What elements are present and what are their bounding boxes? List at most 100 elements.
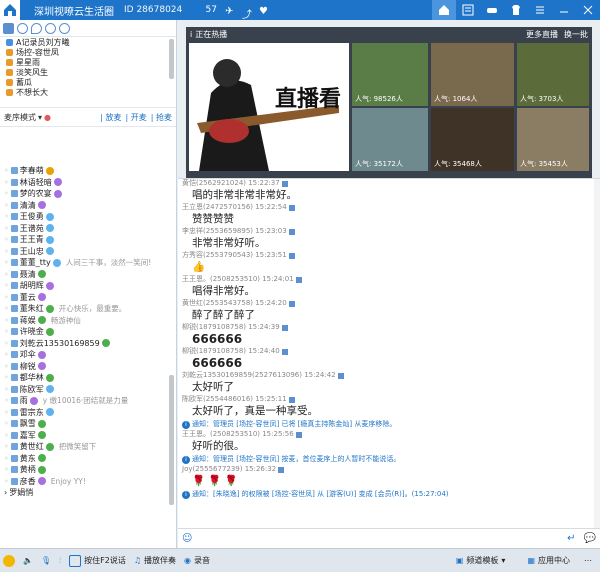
user-item[interactable]: ◦ 林语轻暗 [4, 177, 177, 189]
more-icon[interactable]: ⋯ [584, 556, 592, 565]
user-item[interactable]: ◦ 黄柄 [4, 464, 177, 476]
channel-scrollbar[interactable] [169, 39, 174, 79]
emoji-icon[interactable]: ☺ [182, 533, 192, 544]
user-mic-icon: ◦ [4, 373, 9, 383]
user-item[interactable]: ◦ 清清 [4, 200, 177, 212]
mode-label: 麦序模式 [4, 112, 36, 122]
user-item[interactable]: ◦ 刘乾云13530169859 [4, 338, 177, 350]
user-item[interactable]: ◦ 黄世红 把微笑留下 [4, 441, 177, 453]
record-button[interactable]: ◉ 录音 [184, 555, 210, 566]
channel-icon [6, 48, 13, 56]
channel-item[interactable]: 星星雨 [6, 57, 176, 67]
mic-button[interactable]: 🎙 [41, 556, 51, 565]
app-title: 深圳视嘹云生活圈 [34, 6, 114, 18]
user-item[interactable]: ◦ 许晓金 [4, 326, 177, 338]
user-item[interactable]: ◦ 黄东 [4, 453, 177, 465]
search-tab-icon[interactable] [59, 23, 70, 34]
nav-skin[interactable] [504, 0, 528, 20]
stream-thumb-1[interactable]: 人气: 98526人 [352, 43, 428, 106]
grab-mic-button[interactable]: | 抢麦 [151, 112, 172, 123]
settings-tab-icon[interactable] [45, 23, 56, 34]
speaker-button[interactable]: 🔈 [23, 556, 33, 565]
user-role-icon [10, 236, 18, 244]
user-item[interactable]: ◦ 李春萌 [4, 165, 177, 177]
mode-select[interactable]: 麦序模式 ▾ ● [4, 112, 51, 123]
user-role-icon [10, 167, 18, 175]
chat-bubble-icon[interactable]: 💬 [584, 533, 596, 544]
user-item[interactable]: ◦ 都华林 [4, 372, 177, 384]
user-badge-icon [45, 247, 54, 256]
user-item[interactable]: ◦ 聂清 [4, 269, 177, 281]
nav-menu[interactable] [528, 0, 552, 20]
open-mic-button[interactable]: | 开麦 [126, 112, 147, 123]
stream-thumb-5[interactable]: 人气: 35468人 [431, 108, 514, 171]
channel-item[interactable]: 不想长大 [6, 87, 176, 97]
play-music-button[interactable]: ♫ 播放伴奏 [134, 555, 176, 566]
release-mic-button[interactable]: | 放麦 [100, 112, 121, 123]
equalizer-button[interactable]: ⫶ [59, 556, 61, 566]
user-icon: 👤 [192, 5, 204, 15]
nav-close[interactable] [576, 0, 600, 20]
user-item[interactable]: ◦ 董董_tty 人间三千事，淡然一笑间! [4, 257, 177, 269]
nav-home[interactable] [432, 0, 456, 20]
user-role-icon [10, 201, 18, 209]
stream-thumb-2[interactable]: 人气: 106⁢4人 [431, 43, 514, 106]
user-badge-icon [52, 258, 61, 267]
avatar-button[interactable] [3, 554, 15, 567]
share-icon[interactable]: ⤴ [242, 6, 252, 21]
user-item[interactable]: ◦ 董朱红 开心快乐，最重要。 [4, 303, 177, 315]
channel-item[interactable]: 蓄瓜 [6, 77, 176, 87]
app-center-button[interactable]: ▦ 应用中心 [527, 555, 570, 566]
mic-settings-icon[interactable]: ● [44, 113, 51, 122]
channel-item[interactable]: 场控-容世凤 [6, 47, 176, 57]
user-name: 王俊勇 [19, 212, 44, 222]
heart-icon[interactable]: ♥ [259, 6, 268, 17]
message-sender: Joy(2555677239) 15:26:32 [182, 465, 277, 473]
user-item[interactable]: ◦ 王俊勇 [4, 211, 177, 223]
user-item[interactable]: ◦ 飘雪 [4, 418, 177, 430]
user-item[interactable]: ◦ 胡明辉 [4, 280, 177, 292]
location-tab-icon[interactable] [31, 23, 42, 34]
home-logo[interactable] [0, 0, 20, 20]
users-tab-icon[interactable] [3, 23, 14, 34]
channel-item[interactable]: A记录员刘方曦 [6, 37, 176, 47]
push-to-talk-button[interactable]: 按住F2说话 [69, 554, 126, 567]
user-item[interactable]: ◦ 王山忠 [4, 246, 177, 258]
stream-thumb-3[interactable]: 人气: 3703人 [517, 43, 589, 106]
stream-thumb-6[interactable]: 人气: 35453人 [517, 108, 589, 171]
user-item[interactable]: ◦ 彦香 Enjoy YY! [4, 476, 177, 488]
channel-item[interactable]: 淡笑风生 [6, 67, 176, 77]
user-item[interactable]: ◦ 邓伞 [4, 349, 177, 361]
list-footer-item[interactable]: › 罗娟悄 [4, 487, 177, 499]
stream-thumb-4[interactable]: 人气: 35172人 [352, 108, 428, 171]
user-scrollbar[interactable] [169, 375, 174, 505]
user-item[interactable]: ◦ 嘉军 [4, 430, 177, 442]
group-tab-icon[interactable] [17, 23, 28, 34]
airplane-icon[interactable]: ✈ [225, 6, 234, 17]
channel-template-button[interactable]: ▣ 频道模板 ▾ [456, 555, 506, 566]
user-item[interactable]: ◦ 陈欧军 [4, 384, 177, 396]
user-item[interactable]: ◦ 蒋娱 畅游神仙 [4, 315, 177, 327]
nav-minimize[interactable] [552, 0, 576, 20]
user-name: 清清 [19, 200, 36, 210]
gamepad-icon [487, 8, 497, 13]
user-mic-icon: ◦ [4, 246, 9, 256]
user-item[interactable]: ◦ 王谱苑 [4, 223, 177, 235]
more-live-link[interactable]: 更多直播 [526, 29, 558, 40]
user-item[interactable]: ◦ 梦的农宴 [4, 188, 177, 200]
user-signature: 把微笑留下 [58, 442, 97, 452]
user-item[interactable]: ◦ 雨 y 缴10016·团结就是力量 [4, 395, 177, 407]
user-item[interactable]: ◦ 雷宗东 [4, 407, 177, 419]
user-item[interactable]: ◦ 王王青 [4, 234, 177, 246]
user-item[interactable]: ◦ 柳锐 [4, 361, 177, 373]
nav-game[interactable] [480, 0, 504, 20]
message-sender: 黄世红(2553543758) 15:24:20 [182, 299, 287, 307]
featured-stream[interactable]: 直播看 [189, 43, 349, 171]
switch-batch-link[interactable]: 换一批 [564, 29, 588, 40]
send-icon[interactable]: ↵ [567, 533, 575, 544]
chat-scrollbar[interactable] [594, 179, 600, 528]
chevron-down-icon: ▾ [501, 556, 506, 565]
user-item[interactable]: ◦ 董云 [4, 292, 177, 304]
nav-list[interactable] [456, 0, 480, 20]
user-mic-icon: ◦ [4, 235, 9, 245]
